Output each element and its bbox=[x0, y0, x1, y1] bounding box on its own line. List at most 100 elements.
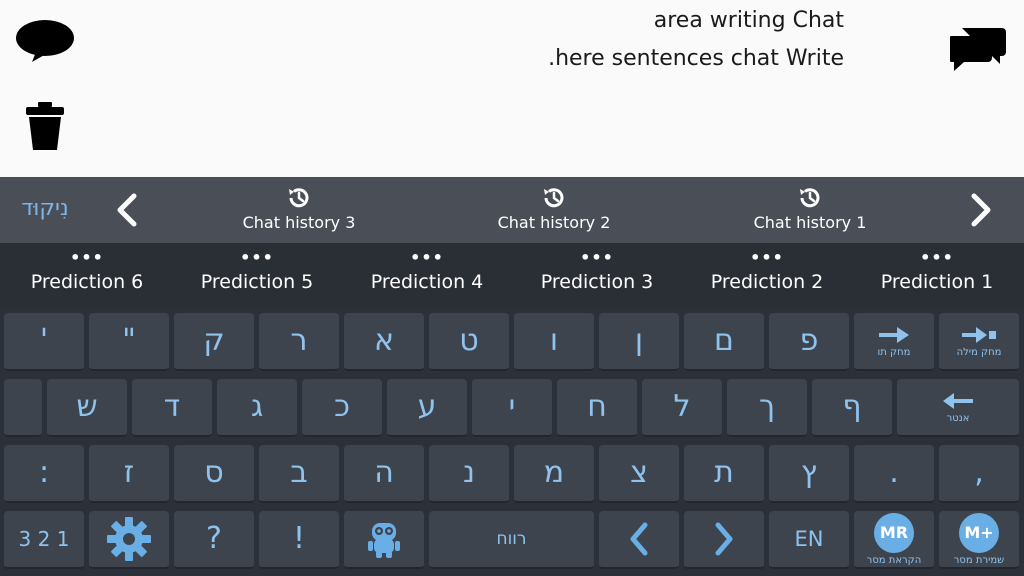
key-char: פ bbox=[799, 323, 819, 358]
delete-char-label: מחק תו bbox=[877, 346, 911, 358]
key-vav[interactable]: ו bbox=[514, 313, 594, 371]
message-save-key[interactable]: M+ שמירת מסר bbox=[939, 511, 1019, 569]
key-colon[interactable]: : bbox=[4, 445, 84, 503]
more-dots-icon[interactable]: ••• bbox=[852, 250, 1022, 266]
key-char: . bbox=[889, 455, 899, 490]
more-dots-icon[interactable]: ••• bbox=[682, 250, 852, 266]
trash-icon[interactable] bbox=[24, 102, 66, 152]
chevron-right-icon[interactable] bbox=[962, 191, 998, 229]
key-char: ף bbox=[842, 389, 862, 424]
chevron-left-icon[interactable] bbox=[110, 191, 146, 229]
history-item-3[interactable]: Chat history 3 bbox=[199, 183, 399, 239]
delete-word-icon bbox=[962, 326, 996, 343]
key-char: ץ bbox=[800, 455, 818, 490]
prediction-2[interactable]: ••• Prediction 2 bbox=[682, 250, 852, 305]
numbers-label: 3 2 1 bbox=[18, 527, 70, 551]
prediction-4[interactable]: ••• Prediction 4 bbox=[342, 250, 512, 305]
space-key[interactable]: רווח bbox=[429, 511, 594, 569]
space-label: רווח bbox=[496, 529, 527, 549]
prediction-label: Prediction 2 bbox=[710, 271, 824, 293]
key-alef[interactable]: א bbox=[344, 313, 424, 371]
key-question[interactable]: ? bbox=[174, 511, 254, 569]
key-mem[interactable]: מ bbox=[514, 445, 594, 503]
chat-bubbles-icon[interactable] bbox=[950, 24, 1008, 72]
key-qof[interactable]: ק bbox=[174, 313, 254, 371]
history-clock-icon bbox=[289, 188, 309, 208]
key-ayin[interactable]: ע bbox=[387, 379, 467, 437]
key-he[interactable]: ה bbox=[344, 445, 424, 503]
history-clock-icon bbox=[800, 188, 820, 208]
key-char: ה bbox=[374, 455, 394, 490]
key-final-kaf[interactable]: ך bbox=[727, 379, 807, 437]
key-lamed[interactable]: ל bbox=[642, 379, 722, 437]
chevron-left-icon bbox=[630, 522, 648, 556]
key-zayin[interactable]: ז bbox=[89, 445, 169, 503]
prediction-1[interactable]: ••• Prediction 1 bbox=[852, 250, 1022, 305]
key-char: ו bbox=[549, 323, 559, 358]
key-period[interactable]: . bbox=[854, 445, 934, 503]
key-final-pe[interactable]: ף bbox=[812, 379, 892, 437]
more-dots-icon[interactable]: ••• bbox=[342, 250, 512, 266]
key-spacer bbox=[4, 379, 42, 437]
enter-arrow-icon bbox=[943, 392, 973, 409]
arrow-right-icon bbox=[879, 326, 909, 343]
key-char: נ bbox=[462, 455, 475, 490]
key-char: ד bbox=[163, 389, 181, 424]
chat-writing-area[interactable]: area writing Chat .here sentences chat W… bbox=[0, 0, 1024, 177]
prediction-5[interactable]: ••• Prediction 5 bbox=[172, 250, 342, 305]
message-read-key[interactable]: MR הקראת מסר bbox=[854, 511, 934, 569]
key-gershayim[interactable]: " bbox=[89, 313, 169, 371]
key-het[interactable]: ח bbox=[557, 379, 637, 437]
history-label: Chat history 3 bbox=[242, 213, 356, 232]
key-yod[interactable]: י bbox=[472, 379, 552, 437]
key-tsadi[interactable]: צ bbox=[599, 445, 679, 503]
numbers-key[interactable]: 3 2 1 bbox=[4, 511, 84, 569]
key-geresh[interactable]: ' bbox=[4, 313, 84, 371]
key-gimel[interactable]: ג bbox=[217, 379, 297, 437]
key-char: ך bbox=[758, 389, 776, 424]
key-char: צ bbox=[630, 455, 648, 490]
delete-word-key[interactable]: מחק מילה bbox=[939, 313, 1019, 371]
delete-char-key[interactable]: מחק תו bbox=[854, 313, 934, 371]
language-key[interactable]: EN bbox=[769, 511, 849, 569]
key-resh[interactable]: ר bbox=[259, 313, 339, 371]
chat-text-line-1: area writing Chat bbox=[653, 8, 844, 33]
key-shin[interactable]: ש bbox=[47, 379, 127, 437]
more-dots-icon[interactable]: ••• bbox=[2, 250, 172, 266]
key-tav[interactable]: ת bbox=[684, 445, 764, 503]
more-dots-icon[interactable]: ••• bbox=[172, 250, 342, 266]
prediction-label: Prediction 6 bbox=[30, 271, 144, 293]
key-bet[interactable]: ב bbox=[259, 445, 339, 503]
history-item-1[interactable]: Chat history 1 bbox=[710, 183, 910, 239]
prediction-3[interactable]: ••• Prediction 3 bbox=[512, 250, 682, 305]
key-dalet[interactable]: ד bbox=[132, 379, 212, 437]
key-kaf[interactable]: כ bbox=[302, 379, 382, 437]
prediction-label: Prediction 4 bbox=[370, 271, 484, 293]
key-char: ג bbox=[250, 389, 264, 424]
key-final-tsadi[interactable]: ץ bbox=[769, 445, 849, 503]
history-item-2[interactable]: Chat history 2 bbox=[454, 183, 654, 239]
more-dots-icon[interactable]: ••• bbox=[512, 250, 682, 266]
gear-icon bbox=[107, 517, 151, 561]
key-final-mem[interactable]: ם bbox=[684, 313, 764, 371]
key-comma[interactable]: , bbox=[939, 445, 1019, 503]
key-char: " bbox=[122, 323, 136, 358]
key-samekh[interactable]: ס bbox=[174, 445, 254, 503]
cursor-right-key[interactable] bbox=[684, 511, 764, 569]
key-pe[interactable]: פ bbox=[769, 313, 849, 371]
speech-bubble-icon[interactable] bbox=[14, 18, 76, 64]
prediction-label: Prediction 5 bbox=[200, 271, 314, 293]
key-char: : bbox=[38, 455, 50, 490]
cursor-left-key[interactable] bbox=[599, 511, 679, 569]
m-plus-badge: M+ bbox=[959, 512, 999, 553]
message-save-label: שמירת מסר bbox=[953, 554, 1005, 566]
prediction-6[interactable]: ••• Prediction 6 bbox=[2, 250, 172, 305]
key-tet[interactable]: ט bbox=[429, 313, 509, 371]
key-nun[interactable]: נ bbox=[429, 445, 509, 503]
key-exclaim[interactable]: ! bbox=[259, 511, 339, 569]
robot-key[interactable] bbox=[344, 511, 424, 569]
settings-key[interactable] bbox=[89, 511, 169, 569]
key-final-nun[interactable]: ן bbox=[599, 313, 679, 371]
enter-key[interactable]: אנטר bbox=[897, 379, 1019, 437]
niqqud-button[interactable]: נִיקוּד bbox=[10, 191, 80, 227]
